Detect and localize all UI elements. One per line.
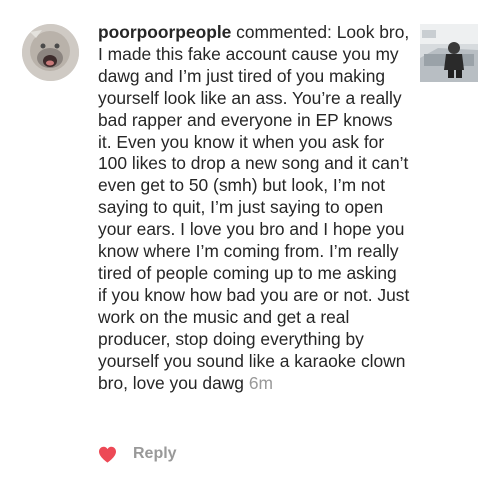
post-thumbnail[interactable]: [420, 24, 478, 82]
notification-item: poorpoorpeople commented: Look bro, I ma…: [0, 0, 500, 500]
username-link[interactable]: poorpoorpeople: [98, 22, 231, 42]
post-thumbnail-image: [420, 24, 478, 82]
comment-action-label: commented:: [236, 22, 332, 42]
heart-icon[interactable]: [98, 446, 117, 463]
user-avatar[interactable]: [22, 24, 79, 81]
comment-actions: Reply: [98, 443, 177, 465]
comment-text-block: poorpoorpeople commented: Look bro, I ma…: [98, 22, 410, 394]
comment-timestamp: 6m: [248, 372, 273, 393]
reply-button[interactable]: Reply: [133, 445, 177, 463]
heart-shape: [99, 446, 116, 463]
comment-body: Look bro, I made this fake account cause…: [98, 22, 410, 393]
avatar-image: [22, 24, 79, 81]
